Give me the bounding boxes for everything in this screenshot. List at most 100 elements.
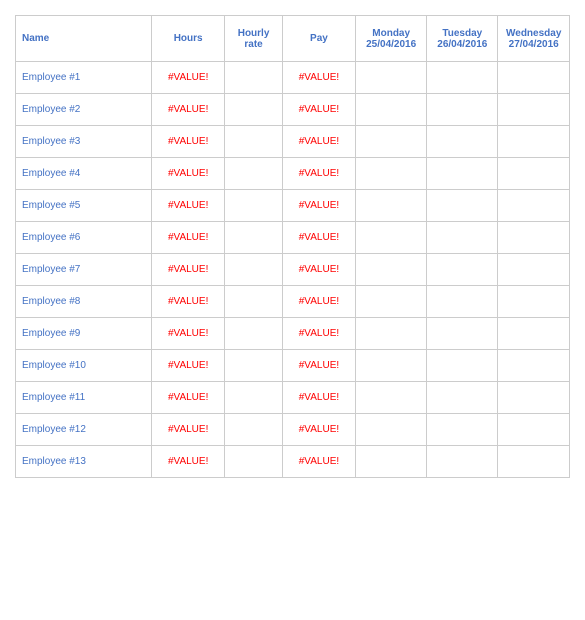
- employee-wednesday: [498, 318, 570, 350]
- employee-tuesday: [427, 382, 498, 414]
- employee-hourly-rate: [225, 190, 283, 222]
- employee-name: Employee #3: [16, 126, 152, 158]
- employee-tuesday: [427, 222, 498, 254]
- table-row: Employee #12 #VALUE! #VALUE!: [16, 414, 570, 446]
- employee-tuesday: [427, 350, 498, 382]
- col-header-tuesday: Tuesday26/04/2016: [427, 16, 498, 62]
- employee-wednesday: [498, 254, 570, 286]
- employee-pay: #VALUE!: [282, 350, 355, 382]
- col-header-monday: Monday25/04/2016: [356, 16, 427, 62]
- employee-hourly-rate: [225, 350, 283, 382]
- employee-name: Employee #5: [16, 190, 152, 222]
- col-header-name: Name: [16, 16, 152, 62]
- hours-error-value: #VALUE!: [168, 136, 208, 147]
- employee-tuesday: [427, 254, 498, 286]
- employee-wednesday: [498, 222, 570, 254]
- employee-hours: #VALUE!: [152, 318, 225, 350]
- pay-error-value: #VALUE!: [299, 168, 339, 179]
- employee-wednesday: [498, 126, 570, 158]
- table-row: Employee #9#VALUE!#VALUE!: [16, 318, 570, 350]
- employee-tuesday: [427, 94, 498, 126]
- employee-monday: [356, 254, 427, 286]
- pay-error-value: #VALUE!: [299, 232, 339, 243]
- employee-hourly-rate: [225, 62, 283, 94]
- pay-error-value: #VALUE!: [299, 328, 339, 339]
- employee-tuesday: [427, 446, 498, 478]
- employee-pay: #VALUE!: [282, 190, 355, 222]
- employee-name: Employee #7: [16, 254, 152, 286]
- employee-hourly-rate: [225, 318, 283, 350]
- col-header-hourly-rate: Hourlyrate: [225, 16, 283, 62]
- pay-error-value: #VALUE!: [299, 392, 339, 403]
- employee-pay: #VALUE!: [282, 286, 355, 318]
- employee-name: Employee #11: [16, 382, 152, 414]
- pay-error-value: #VALUE!: [299, 200, 339, 211]
- hours-error-value: #VALUE!: [168, 296, 208, 307]
- table-row: Employee #7#VALUE!#VALUE!: [16, 254, 570, 286]
- employee-monday: [356, 126, 427, 158]
- employee-tuesday: [427, 158, 498, 190]
- pay-error-value: #VALUE!: [299, 72, 339, 83]
- hours-error-value: #VALUE!: [168, 104, 208, 115]
- employee-hourly-rate: [225, 286, 283, 318]
- employee-name: Employee #12: [16, 414, 152, 446]
- pay-error-value: #VALUE!: [299, 424, 339, 435]
- employee-monday: [356, 190, 427, 222]
- hours-error-value: #VALUE!: [168, 328, 208, 339]
- employee-hours: #VALUE!: [152, 350, 225, 382]
- employee-hourly-rate: [225, 94, 283, 126]
- employee-monday: [356, 382, 427, 414]
- employee-name: Employee #1: [16, 62, 152, 94]
- table-row: Employee #5#VALUE!#VALUE!: [16, 190, 570, 222]
- employee-name: Employee #8: [16, 286, 152, 318]
- employee-tuesday: [427, 126, 498, 158]
- employee-hours: #VALUE!: [152, 222, 225, 254]
- employee-wednesday: [498, 414, 570, 446]
- employee-name: Employee #10: [16, 350, 152, 382]
- hours-error-value: #VALUE!: [168, 424, 208, 435]
- employee-hours: #VALUE!: [152, 190, 225, 222]
- pay-error-value: #VALUE!: [299, 360, 339, 371]
- table-row: Employee #4#VALUE!#VALUE!: [16, 158, 570, 190]
- employee-wednesday: [498, 286, 570, 318]
- hours-error-value: #VALUE!: [168, 456, 208, 467]
- table-row: Employee #13 #VALUE! #VALUE!: [16, 446, 570, 478]
- employee-hourly-rate: [225, 158, 283, 190]
- header-row: Name Hours Hourlyrate Pay Monday25/04/20…: [16, 16, 570, 62]
- employee-name: Employee #4: [16, 158, 152, 190]
- pay-error-value: #VALUE!: [299, 136, 339, 147]
- employee-pay: #VALUE!: [282, 222, 355, 254]
- employee-hourly-rate: [225, 222, 283, 254]
- employee-schedule-table: Name Hours Hourlyrate Pay Monday25/04/20…: [15, 15, 570, 478]
- employee-hourly-rate: [225, 446, 283, 478]
- employee-hours: #VALUE!: [152, 94, 225, 126]
- employee-tuesday: [427, 62, 498, 94]
- employee-pay: #VALUE!: [282, 318, 355, 350]
- employee-monday: [356, 350, 427, 382]
- employee-hours: #VALUE!: [152, 254, 225, 286]
- table-row: Employee #1#VALUE!#VALUE!: [16, 62, 570, 94]
- pay-error-value: #VALUE!: [299, 456, 339, 467]
- table-row: Employee #10 #VALUE! #VALUE!: [16, 350, 570, 382]
- employee-monday: [356, 446, 427, 478]
- employee-pay: #VALUE!: [282, 94, 355, 126]
- employee-hours: #VALUE!: [152, 62, 225, 94]
- employee-hourly-rate: [225, 414, 283, 446]
- employee-monday: [356, 158, 427, 190]
- pay-error-value: #VALUE!: [299, 296, 339, 307]
- employee-hours: #VALUE!: [152, 382, 225, 414]
- employee-tuesday: [427, 286, 498, 318]
- employee-wednesday: [498, 62, 570, 94]
- employee-tuesday: [427, 190, 498, 222]
- employee-name: Employee #13: [16, 446, 152, 478]
- hours-error-value: #VALUE!: [168, 264, 208, 275]
- employee-hours: #VALUE!: [152, 126, 225, 158]
- employee-hours: #VALUE!: [152, 158, 225, 190]
- table-row: Employee #2 #VALUE! #VALUE!: [16, 94, 570, 126]
- employee-wednesday: [498, 446, 570, 478]
- employee-hourly-rate: [225, 126, 283, 158]
- hours-error-value: #VALUE!: [168, 392, 208, 403]
- employee-name: Employee #2: [16, 94, 152, 126]
- hours-error-value: #VALUE!: [168, 360, 208, 371]
- employee-pay: #VALUE!: [282, 414, 355, 446]
